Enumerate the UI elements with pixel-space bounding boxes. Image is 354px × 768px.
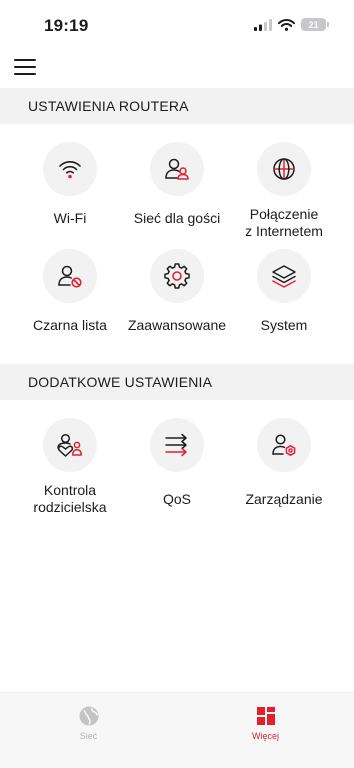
- system-label: System: [260, 317, 308, 333]
- blocked-user-icon: [58, 265, 82, 288]
- tab-network-label: Sieć: [79, 731, 98, 741]
- tab-bar: Sieć Więcej: [0, 692, 354, 768]
- arrows-icon: [165, 433, 187, 457]
- wifi-status-icon: [278, 18, 295, 31]
- wifi-icon: [59, 161, 81, 179]
- section-header-additional: DODATKOWE USTAWIENIA: [0, 364, 354, 400]
- tab-more[interactable]: Więcej: [177, 693, 354, 768]
- layers-icon: [272, 265, 296, 288]
- guest-network-label: Sieć dla gości: [133, 210, 221, 226]
- qos-tile[interactable]: QoS: [118, 418, 236, 508]
- tab-more-label: Więcej: [251, 731, 279, 741]
- parental-control-tile[interactable]: Kontrola rodzicielska: [11, 418, 129, 516]
- system-tile[interactable]: System: [225, 249, 343, 334]
- status-time: 19:19: [44, 16, 89, 35]
- management-tile[interactable]: Zarządzanie: [225, 418, 343, 508]
- status-bar: 19:19 21: [0, 0, 354, 52]
- qos-label: QoS: [162, 491, 191, 507]
- battery-level: 21: [308, 19, 319, 30]
- gear-icon: [164, 263, 190, 289]
- parental-control-icon: [57, 433, 82, 457]
- guest-network-tile[interactable]: Sieć dla gości: [118, 142, 236, 227]
- management-label: Zarządzanie: [245, 491, 323, 507]
- user-settings-icon: [272, 434, 296, 456]
- blacklist-label: Czarna lista: [33, 317, 107, 333]
- guest-network-icon: [165, 158, 189, 180]
- parental-control-label: Kontrola rodzicielska: [33, 482, 107, 515]
- blacklist-tile[interactable]: Czarna lista: [11, 249, 129, 334]
- wifi-label: Wi-Fi: [53, 210, 87, 226]
- grid-icon: [256, 707, 275, 725]
- advanced-label: Zaawansowane: [127, 317, 227, 333]
- globe-icon: [79, 706, 98, 726]
- section-header-router: USTAWIENIA ROUTERA: [0, 88, 354, 124]
- cellular-signal-icon: [254, 18, 272, 31]
- status-icons: 21: [254, 18, 329, 31]
- globe-icon: [273, 158, 295, 180]
- wifi-tile[interactable]: Wi-Fi: [11, 142, 129, 227]
- advanced-tile[interactable]: Zaawansowane: [118, 249, 236, 334]
- menu-icon[interactable]: [14, 58, 36, 76]
- battery-indicator: 21: [301, 18, 329, 31]
- internet-connection-label: Połączenie z Internetem: [245, 206, 323, 239]
- internet-connection-tile[interactable]: Połączenie z Internetem: [225, 142, 343, 240]
- tab-network[interactable]: Sieć: [0, 693, 177, 768]
